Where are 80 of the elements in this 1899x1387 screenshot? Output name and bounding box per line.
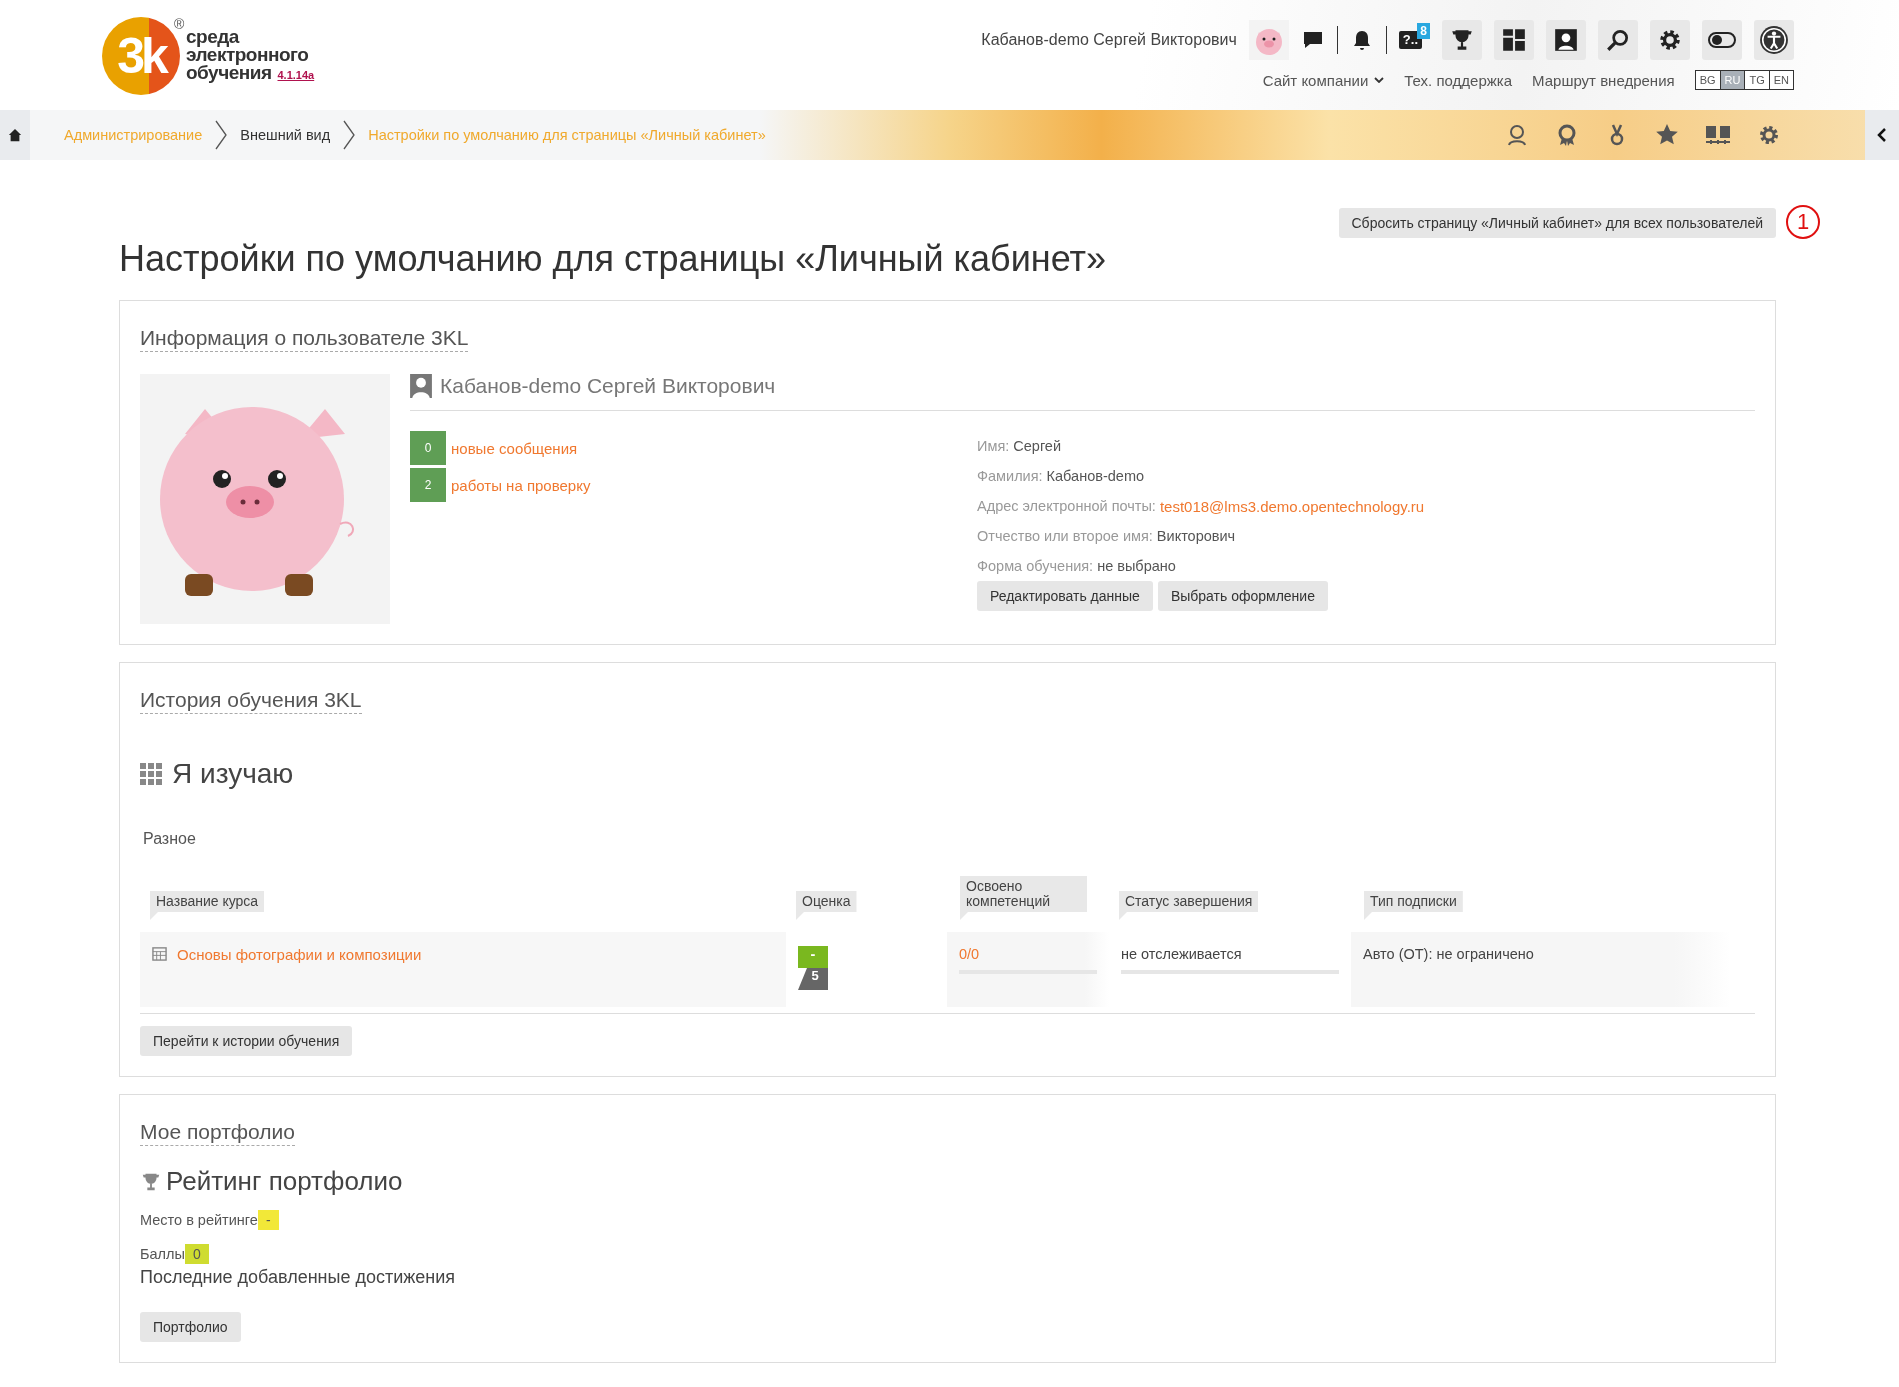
- logo-text: электронного: [186, 46, 310, 64]
- reset-page-button[interactable]: Сбросить страницу «Личный кабинет» для всех пользователей: [1338, 208, 1776, 238]
- caret-icon: [1374, 77, 1385, 83]
- history-button[interactable]: Перейти к истории обучения: [140, 1026, 353, 1056]
- field-label: Имя:: [977, 438, 1010, 454]
- collapse-button[interactable]: [1865, 110, 1899, 160]
- accessibility-icon: [1759, 25, 1789, 55]
- user-icon: [410, 374, 432, 398]
- page-title: Настройки по умолчанию для страницы «Личный кабинет»: [119, 238, 1107, 280]
- column-header: Статус завершения: [1119, 891, 1259, 920]
- section-heading[interactable]: Информация о пользователе 3KL: [140, 325, 469, 352]
- breadcrumb-item[interactable]: Внешний вид: [240, 127, 331, 143]
- category-label: Разное: [143, 830, 197, 848]
- language-button[interactable]: EN: [1768, 71, 1793, 89]
- chevron-left-icon: [1877, 127, 1887, 143]
- grid-icon: [1501, 27, 1527, 53]
- settings-icon: [1657, 27, 1683, 53]
- trophy-icon: [1449, 27, 1475, 53]
- toggle-icon: [1708, 32, 1736, 48]
- field-value: не выбрано: [1097, 558, 1176, 574]
- company-site-dropdown[interactable]: Сайт компании: [1262, 71, 1385, 89]
- accessibility-button[interactable]: [1754, 20, 1794, 60]
- calendar-icon: [152, 946, 167, 961]
- trophy-button[interactable]: [1442, 20, 1482, 60]
- subsection-title: Я изучаю: [172, 758, 294, 790]
- subscription-type: Авто (ОТ): не ограничено: [1363, 946, 1534, 962]
- field-value: Сергей: [1013, 438, 1061, 454]
- user-name[interactable]: Кабанов-demo Сергей Викторович: [981, 31, 1237, 49]
- field-value: Викторович: [1156, 528, 1236, 544]
- subsection-title: Рейтинг портфолио: [166, 1166, 403, 1197]
- field-value: Кабанов-demo: [1046, 468, 1145, 484]
- dashboard-button[interactable]: [1494, 20, 1534, 60]
- field-label: Форма обучения:: [977, 558, 1094, 574]
- settings-icon[interactable]: [1757, 123, 1781, 147]
- language-button[interactable]: BG: [1695, 71, 1720, 89]
- star-icon[interactable]: [1655, 123, 1679, 147]
- search-button[interactable]: [1598, 20, 1638, 60]
- language-button[interactable]: TG: [1744, 71, 1769, 89]
- home-button[interactable]: [0, 110, 30, 160]
- scoreboard-icon[interactable]: [1705, 123, 1731, 147]
- person-icon[interactable]: [1505, 123, 1529, 147]
- profile-board-button[interactable]: [1546, 20, 1586, 60]
- stat-value: -: [257, 1210, 279, 1230]
- user-full-name: Кабанов-demo Сергей Викторович: [440, 374, 776, 398]
- stat-label: Место в рейтинге: [140, 1212, 258, 1228]
- chevron-icon: [214, 120, 229, 150]
- column-header: Освоено компетенций: [960, 876, 1087, 920]
- header-link[interactable]: Маршрут внедрения: [1532, 71, 1675, 89]
- field-label: Отчество или второе имя:: [977, 528, 1153, 544]
- logo-text: среда: [186, 28, 241, 46]
- grade-max: 5: [798, 968, 828, 990]
- header-link[interactable]: Тех. поддержка: [1404, 71, 1513, 89]
- stat-label: Баллы: [140, 1246, 185, 1262]
- profile-action-button[interactable]: Редактировать данные: [977, 581, 1153, 611]
- field-label: Адрес электронной почты:: [977, 498, 1156, 514]
- grid-icon: [140, 763, 162, 785]
- stat-value: 0: [184, 1244, 209, 1264]
- search-icon: [1605, 27, 1631, 53]
- grade-value: -: [798, 946, 828, 968]
- person-board-icon: [1553, 27, 1579, 53]
- recent-achievements-title: Последние добавленные достижения: [140, 1267, 457, 1288]
- count-badge: 2: [410, 468, 446, 502]
- count-badge: 0: [410, 431, 446, 465]
- column-header: Оценка: [796, 891, 857, 920]
- column-header: Тип подписки: [1364, 891, 1463, 920]
- logo-text: обучения: [186, 64, 272, 82]
- chevron-icon: [342, 120, 357, 150]
- completion-status: не отслеживается: [1121, 946, 1242, 962]
- notification-badge: 8: [1417, 23, 1430, 39]
- settings-button[interactable]: [1650, 20, 1690, 60]
- portfolio-button[interactable]: Портфолио: [140, 1312, 241, 1342]
- profile-action-button[interactable]: Выбрать оформление: [1157, 581, 1328, 611]
- version-link[interactable]: 4.1.14a: [277, 66, 315, 84]
- section-heading[interactable]: Мое портфолио: [140, 1119, 295, 1146]
- home-icon: [8, 128, 22, 142]
- field-label: Фамилия:: [977, 468, 1043, 484]
- annotation-marker: 1: [1786, 205, 1820, 239]
- column-header: Название курса: [150, 891, 265, 920]
- section-heading[interactable]: История обучения 3KL: [140, 687, 362, 714]
- theme-toggle-button[interactable]: [1702, 20, 1742, 60]
